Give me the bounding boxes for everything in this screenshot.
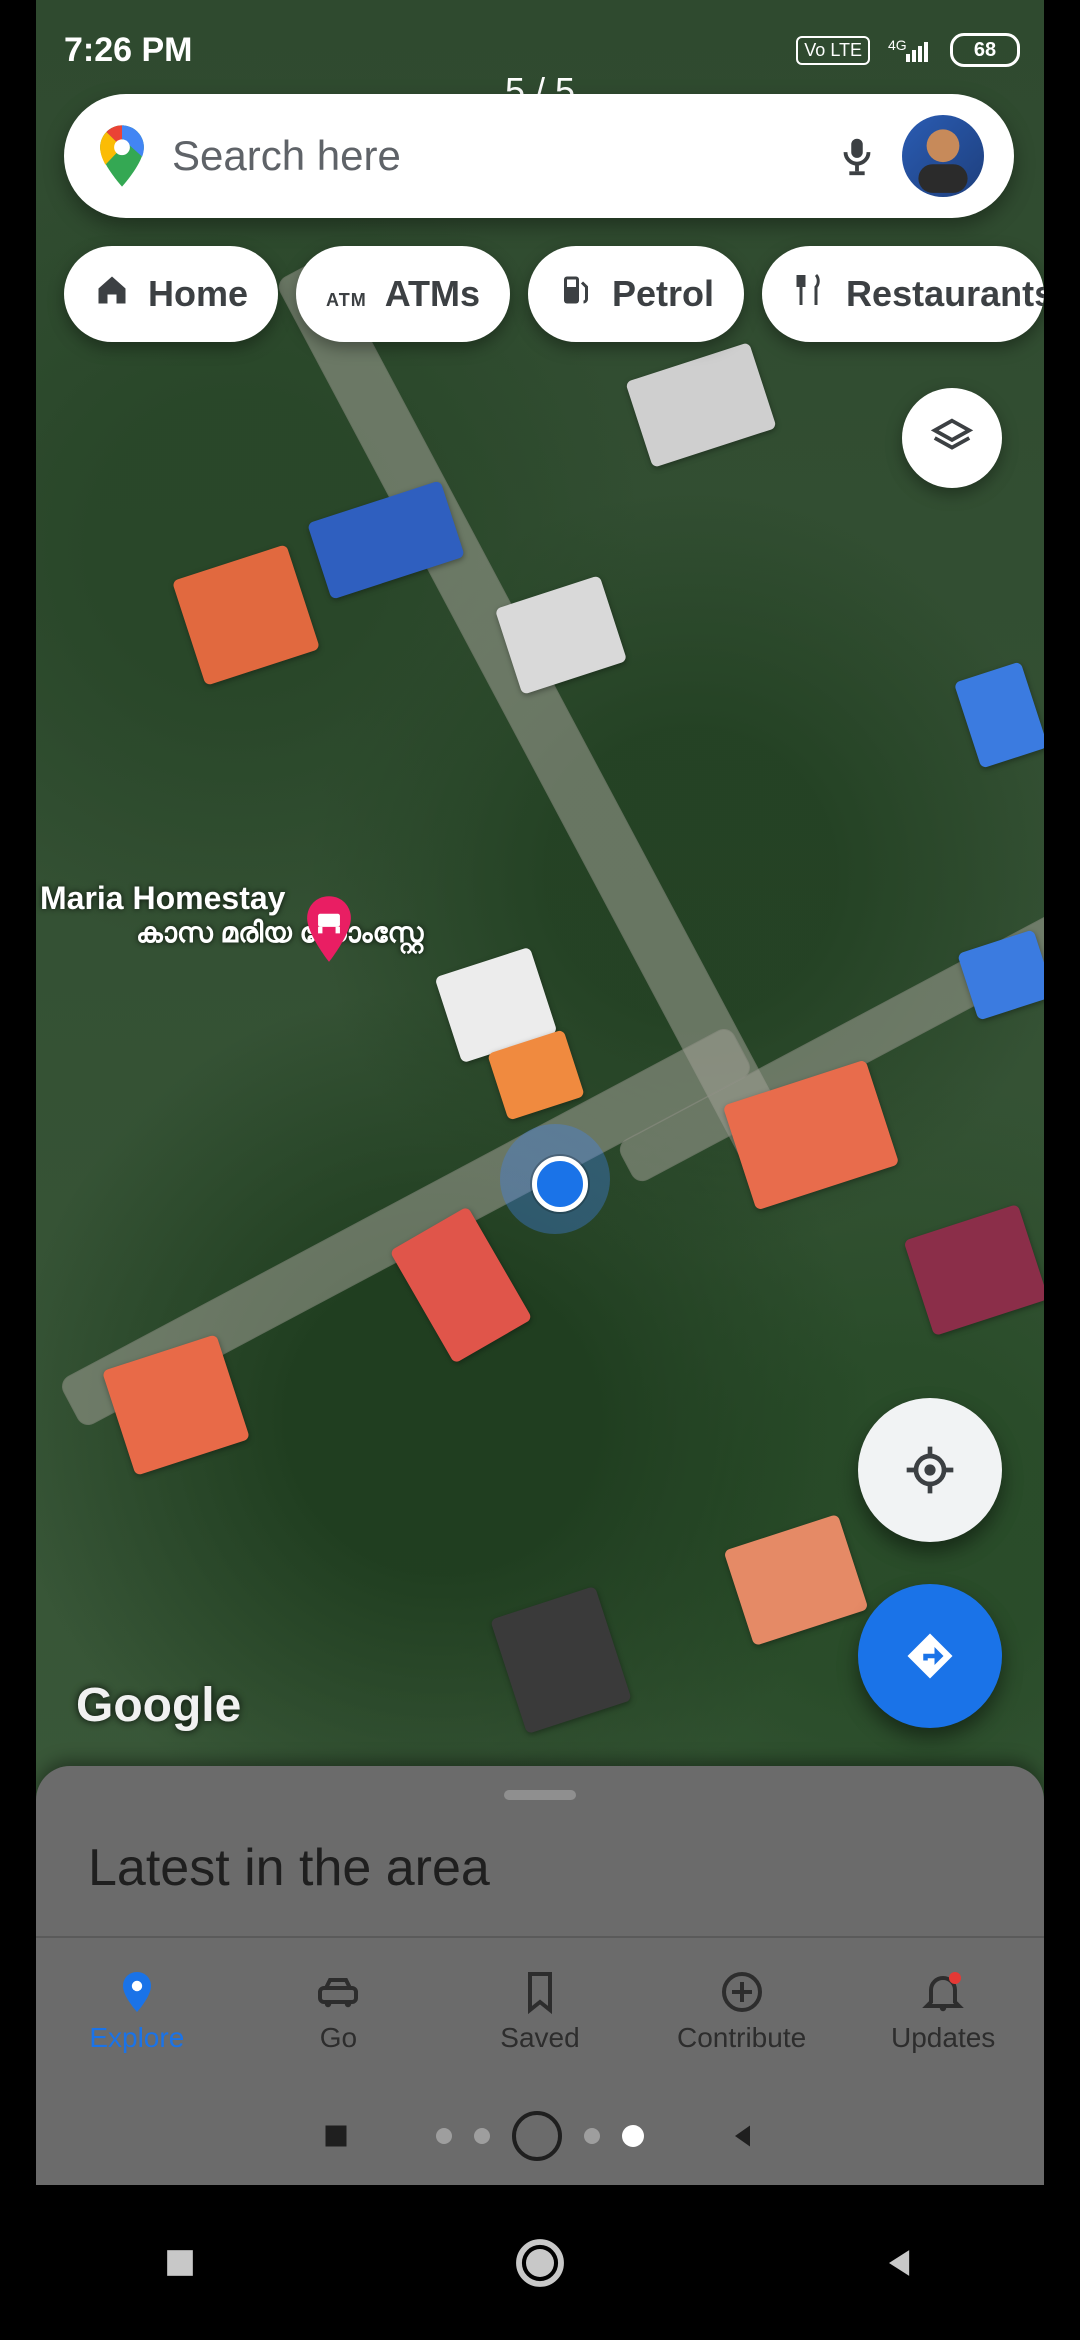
back-icon: [889, 2249, 910, 2276]
embedded-controls: [36, 2086, 1044, 2186]
plus-circle-icon: [721, 1972, 762, 2012]
hotel-pin-icon[interactable]: [302, 894, 356, 964]
roof-gray: [490, 1585, 632, 1735]
battery-icon: 68: [950, 33, 1020, 67]
bottom-navigation: Explore Go Saved Contribute Updates: [36, 1936, 1044, 2086]
page-dot: [584, 2128, 600, 2144]
nav-contribute-label: Contribute: [676, 2022, 807, 2053]
layers-button[interactable]: [902, 388, 1002, 488]
explore-pin-icon: [122, 1972, 151, 2012]
network-4g-text: 4G: [888, 37, 907, 53]
back-triangle-icon[interactable]: [704, 2096, 784, 2176]
bell-icon: [922, 1972, 965, 2012]
roof-maroon: [903, 1203, 1044, 1337]
google-maps-logo: [94, 121, 150, 191]
chip-home-label: Home: [148, 273, 249, 314]
nav-contribute[interactable]: Contribute: [647, 1968, 837, 2054]
home-circle-icon: [516, 2238, 564, 2287]
quick-filter-chips: Home ATM ATMs Petrol Restaurants: [64, 246, 1044, 342]
app-frame: 7:26 PM Vo LTE 4G 68 5 / 5 Search here H…: [0, 0, 1080, 2340]
roof-orange: [171, 544, 321, 686]
chip-restaurants-label: Restaurants: [846, 273, 1044, 314]
nav-go-label: Go: [319, 2022, 358, 2053]
google-watermark: Google: [76, 1679, 242, 1732]
page-dot: [436, 2128, 452, 2144]
page-dot: [474, 2128, 490, 2144]
restaurant-icon: [792, 272, 828, 317]
bookmark-icon: [527, 1972, 552, 2015]
sheet-handle[interactable]: [504, 1790, 576, 1800]
fuel-icon: [558, 272, 594, 317]
place-name-en: Maria Homestay: [40, 880, 286, 916]
directions-button[interactable]: [858, 1584, 1002, 1728]
crosshair-icon: [906, 1446, 954, 1494]
recents-button[interactable]: [140, 2223, 220, 2303]
system-navigation: [0, 2185, 1080, 2340]
chip-petrol-label: Petrol: [612, 273, 715, 314]
chip-petrol[interactable]: Petrol: [528, 246, 745, 342]
directions-icon: [907, 1633, 953, 1679]
nav-saved-label: Saved: [500, 2022, 580, 2053]
current-location-dot: [532, 1156, 588, 1212]
home-icon: [94, 272, 130, 317]
roof-orange: [723, 1513, 869, 1647]
nav-explore-label: Explore: [89, 2022, 185, 2053]
home-button[interactable]: [500, 2223, 580, 2303]
layers-icon: [930, 418, 974, 450]
sheet-title: Latest in the area: [88, 1839, 490, 1897]
page-dots: [436, 2111, 644, 2161]
page-dot-active: [622, 2125, 644, 2147]
square-button-icon[interactable]: [296, 2096, 376, 2176]
nav-saved[interactable]: Saved: [445, 1968, 635, 2054]
home-ring-icon: [512, 2111, 562, 2161]
square-icon: [167, 2249, 193, 2276]
bottom-sheet[interactable]: Latest in the area Explore Go Saved Cont…: [36, 1766, 1044, 2186]
nav-explore[interactable]: Explore: [42, 1968, 232, 2054]
battery-level: 68: [973, 38, 997, 61]
chip-atms-label: ATMs: [384, 273, 481, 314]
profile-avatar[interactable]: [902, 115, 984, 197]
mic-icon[interactable]: [834, 133, 880, 179]
my-location-button[interactable]: [858, 1398, 1002, 1542]
status-icons: Vo LTE 4G 68: [796, 33, 1020, 67]
search-input[interactable]: Search here: [172, 132, 812, 180]
nav-updates-label: Updates: [891, 2022, 996, 2053]
roof-white: [625, 342, 777, 468]
status-time: 7:26 PM: [64, 30, 193, 69]
signal-icon: 4G: [888, 36, 932, 64]
chip-home[interactable]: Home: [64, 246, 279, 342]
atm-icon-text: ATM: [326, 290, 367, 310]
roof-blue: [953, 661, 1044, 769]
back-button[interactable]: [860, 2223, 940, 2303]
volte-badge: Vo LTE: [796, 35, 870, 65]
chip-atms[interactable]: ATM ATMs: [296, 246, 511, 342]
search-bar[interactable]: Search here: [64, 94, 1014, 218]
chip-restaurants[interactable]: Restaurants: [762, 246, 1044, 342]
car-icon: [318, 1978, 359, 2008]
nav-go[interactable]: Go: [243, 1968, 433, 2054]
nav-updates[interactable]: Updates: [848, 1968, 1038, 2054]
atm-icon: ATM: [326, 273, 367, 315]
place-label[interactable]: Maria Homestay കാസ മരിയ ഹോംസ്റ്റേ: [40, 880, 423, 950]
place-name-ml: കാസ മരിയ ഹോംസ്റ്റേ: [136, 917, 424, 948]
